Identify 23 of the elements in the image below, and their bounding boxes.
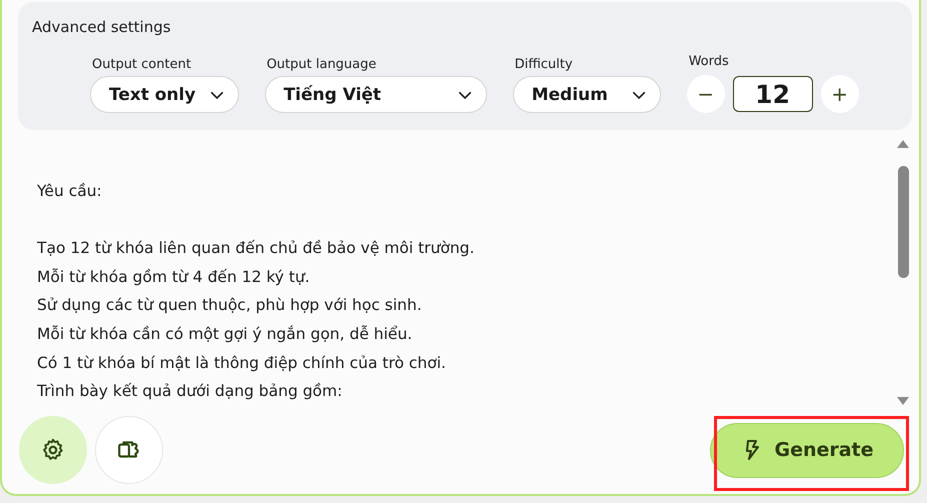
- text-line: Sử dụng các từ quen thuộc, phù hợp với học sinh.: [37, 295, 423, 316]
- text-line: Tạo 12 từ khóa liên quan đến chủ đề bảo vệ môi trường.: [37, 238, 476, 260]
- field-label: Output language: [266, 57, 376, 72]
- settings-icon: [40, 437, 66, 463]
- text-line: Mỗi từ khóa gồm từ 4 đến 12 ký tự.: [37, 266, 311, 288]
- plus-button[interactable]: +: [820, 75, 859, 113]
- text-line: Yêu cầu:: [37, 181, 103, 202]
- field-label: Output content: [91, 57, 192, 72]
- dropdown[interactable]: Tiếng Việt: [264, 76, 487, 113]
- text-line: Trình bày kết quả dưới dạng bảng gồm:: [37, 381, 344, 402]
- field-label: Words: [688, 54, 729, 69]
- minus-button[interactable]: −: [686, 75, 725, 113]
- scroll-up-icon[interactable]: [897, 140, 909, 148]
- dropdown[interactable]: Text only: [90, 76, 239, 113]
- dropdown[interactable]: Medium: [512, 76, 661, 113]
- scrollbar-thumb[interactable]: [898, 166, 908, 278]
- generate-button[interactable]: Generate: [710, 422, 904, 478]
- panel-title: Advanced settings: [32, 18, 172, 36]
- field-label: Difficulty: [514, 57, 573, 72]
- text-line: Mỗi từ khóa cần có một gợi ý ngắn gọn, dễ hiểu.: [37, 324, 414, 345]
- text-line: Có 1 từ khóa bí mật là thông điệp chính của trò chơi.: [37, 352, 447, 374]
- number-field[interactable]: 12: [732, 76, 813, 112]
- scroll-down-icon[interactable]: [897, 397, 909, 405]
